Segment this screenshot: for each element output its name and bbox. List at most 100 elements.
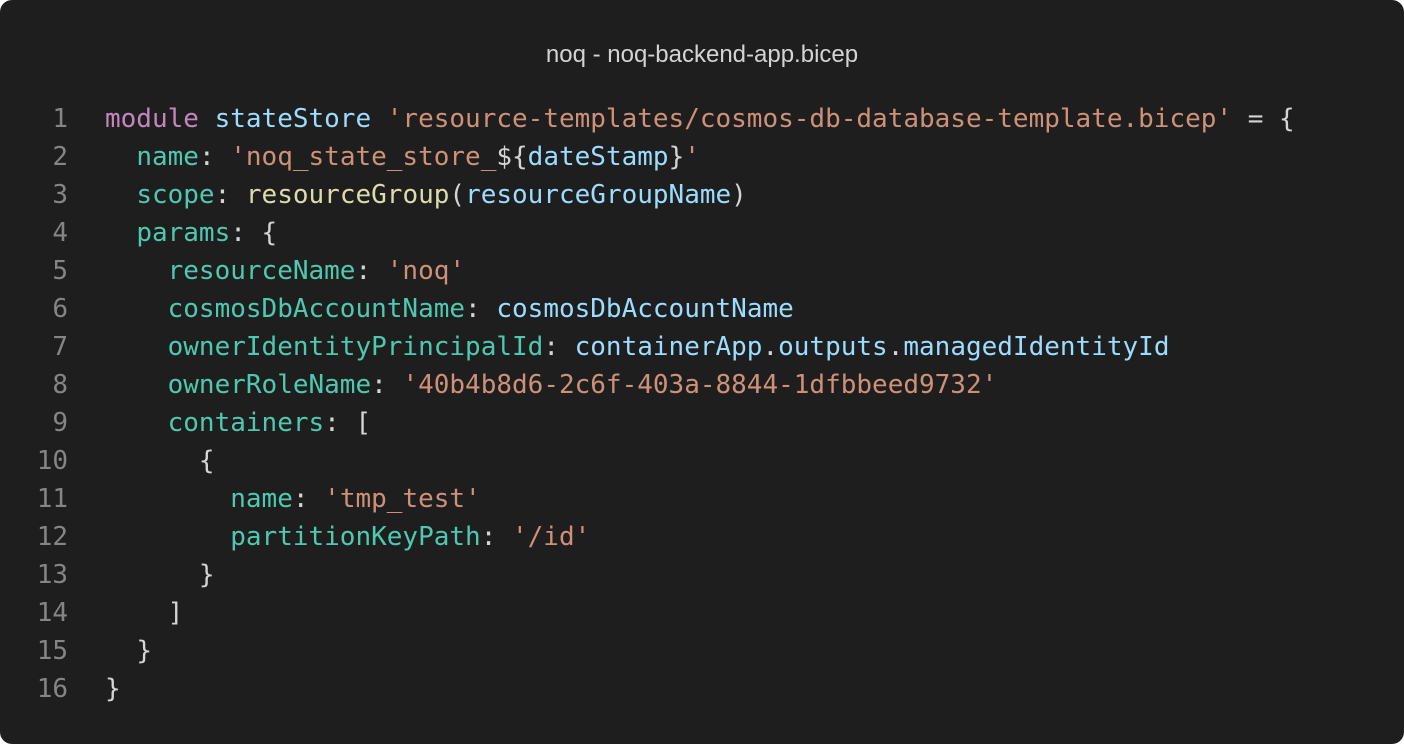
code-token: = { (1232, 104, 1295, 134)
code-token: '40b4b8d6-2c6f-403a-8844-1dfbbeed9732' (402, 370, 998, 400)
code-line-content: ownerRoleName: '40b4b8d6-2c6f-403a-8844-… (105, 366, 998, 404)
code-line: 14 ] (0, 594, 1404, 632)
code-block: 1 module stateStore 'resource-templates/c… (0, 100, 1404, 708)
code-token: scope (136, 180, 215, 210)
code-line-content: } (105, 670, 121, 708)
code-line: 3 scope: resourceGroup(resourceGroupName… (0, 176, 1404, 214)
code-token: 'resource-templates/cosmos-db-database-t… (386, 104, 1233, 134)
code-token: ' (684, 142, 700, 172)
code-token: resourceName (167, 256, 356, 286)
line-number: 7 (52, 332, 68, 362)
code-token: resourceGroup (245, 180, 450, 210)
code-line: 6 cosmosDbAccountName: cosmosDbAccountNa… (0, 290, 1404, 328)
code-token: ${ (496, 142, 528, 172)
code-line: 8 ownerRoleName: '40b4b8d6-2c6f-403a-884… (0, 366, 1404, 404)
line-number: 6 (52, 294, 68, 324)
code-line: 4 params: { (0, 214, 1404, 252)
line-number: 16 (36, 674, 68, 704)
code-line-content: } (105, 632, 152, 670)
line-number: 8 (52, 370, 68, 400)
code-token: cosmosDbAccountName (496, 294, 794, 324)
code-token: : (480, 522, 512, 552)
code-token: stateStore (214, 104, 372, 134)
code-line-content: } (105, 556, 215, 594)
code-line-content: ownerIdentityPrincipalId: containerApp.o… (105, 328, 1170, 366)
code-line: 11 name: 'tmp_test' (0, 480, 1404, 518)
code-token: } (136, 636, 152, 666)
code-line-content: scope: resourceGroup(resourceGroupName) (105, 176, 747, 214)
code-line-content: name: 'tmp_test' (105, 480, 481, 518)
code-token: } (668, 142, 685, 172)
line-number: 9 (52, 408, 68, 438)
code-token: '/id' (512, 522, 591, 552)
code-line: 12 partitionKeyPath: '/id' (0, 518, 1404, 556)
code-token: ] (167, 598, 184, 628)
code-token: { (198, 446, 215, 476)
code-line: 2 name: 'noq_state_store_${dateStamp}' (0, 138, 1404, 176)
code-token: name (230, 484, 293, 514)
code-token: : (214, 180, 246, 210)
code-line-content: module stateStore 'resource-templates/co… (105, 100, 1295, 138)
line-number: 11 (36, 484, 68, 514)
code-line: 15 } (0, 632, 1404, 670)
line-number: 12 (36, 522, 68, 552)
code-token: params (136, 218, 231, 248)
line-number: 1 (52, 104, 68, 134)
code-line: 10 { (0, 442, 1404, 480)
line-number: 14 (36, 598, 68, 628)
code-token: ( (449, 180, 466, 210)
code-line: 13 } (0, 556, 1404, 594)
code-line-content: params: { (105, 214, 277, 252)
code-line: 16} (0, 670, 1404, 708)
line-number: 13 (36, 560, 68, 590)
code-line: 9 containers: [ (0, 404, 1404, 442)
code-token: : { (230, 218, 278, 248)
code-token: } (198, 560, 215, 590)
code-token: ) (731, 180, 747, 210)
code-token: managedIdentityId (903, 332, 1170, 362)
code-line-content: { (105, 442, 215, 480)
code-token: 'tmp_test' (324, 484, 481, 514)
code-token: containers (167, 408, 325, 438)
code-token: 'noq_state_store_ (230, 142, 497, 172)
code-token: cosmosDbAccountName (167, 294, 466, 324)
line-number: 4 (52, 218, 68, 248)
code-line: 5 resourceName: 'noq' (0, 252, 1404, 290)
line-number: 5 (52, 256, 68, 286)
code-line-content: resourceName: 'noq' (105, 252, 465, 290)
code-token: : (198, 142, 231, 172)
code-token: name (136, 142, 199, 172)
window-title: noq - noq-backend-app.bicep (545, 41, 859, 68)
line-number: 15 (36, 636, 68, 666)
code-token: } (105, 674, 121, 704)
code-line-content: ] (105, 594, 184, 632)
code-token: : (355, 256, 387, 286)
code-line-content: name: 'noq_state_store_${dateStamp}' (105, 138, 700, 176)
code-token: : (543, 332, 575, 362)
code-token: module (105, 104, 199, 134)
code-line-content: cosmosDbAccountName: cosmosDbAccountName (105, 290, 794, 328)
code-token: dateStamp (527, 142, 669, 172)
code-token: 'noq' (386, 256, 466, 286)
code-token: . (762, 332, 779, 362)
code-token: resourceGroupName (465, 180, 732, 210)
code-token: ownerIdentityPrincipalId (167, 332, 544, 362)
line-number: 10 (36, 446, 68, 476)
line-number: 2 (52, 142, 68, 172)
code-token: . (887, 332, 904, 362)
